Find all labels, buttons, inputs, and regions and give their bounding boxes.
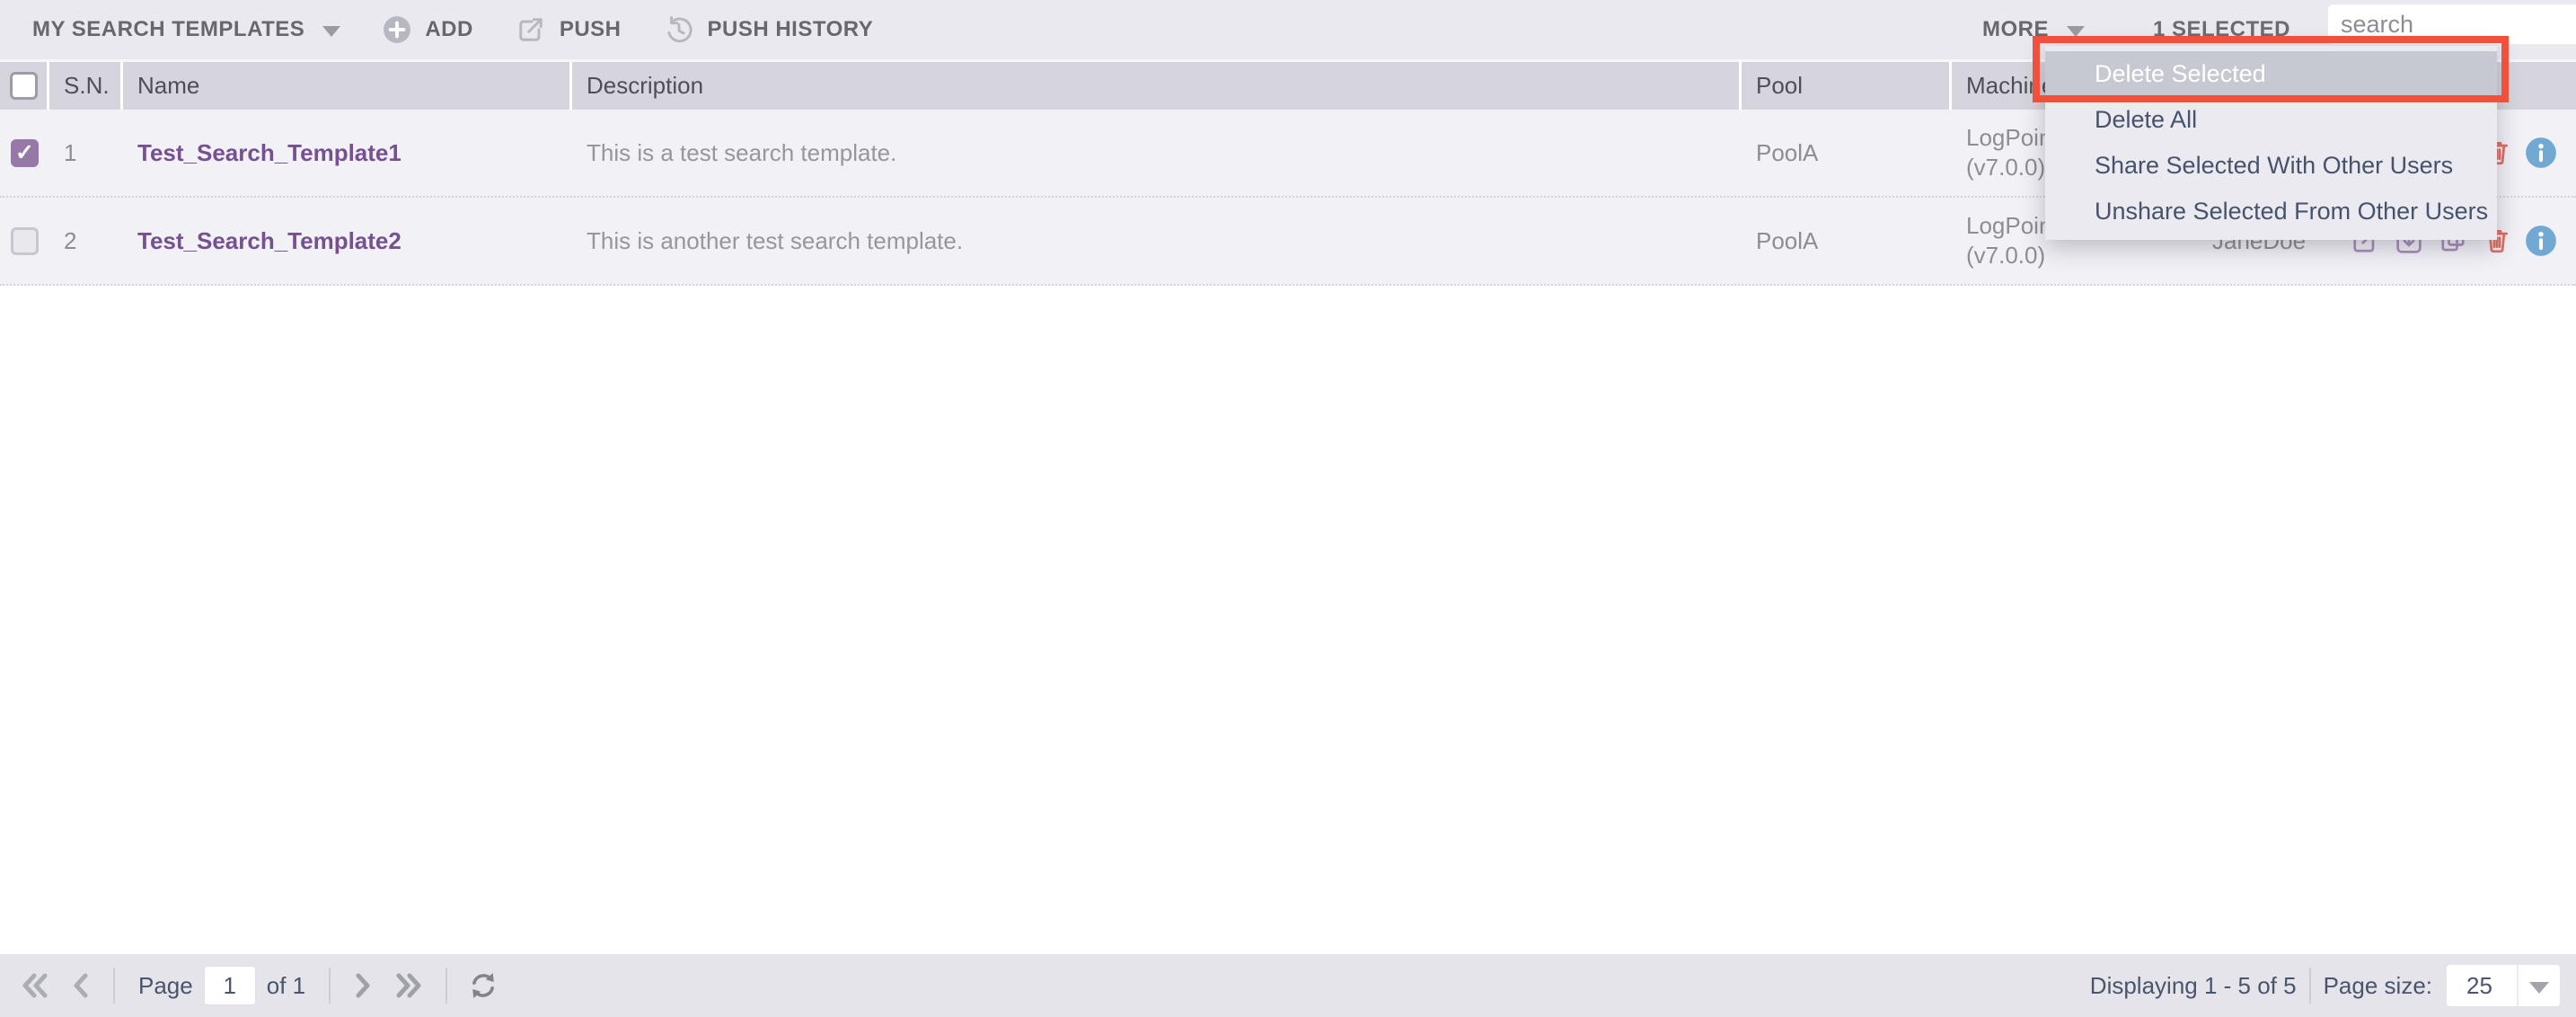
toolbar-right-group: MORE 1 SELECTED: [1982, 17, 2290, 42]
prev-page-icon[interactable]: [68, 970, 93, 1001]
row-pool: PoolA: [1742, 227, 1952, 255]
first-page-icon[interactable]: [18, 970, 54, 1001]
templates-caret-icon: [322, 26, 340, 37]
row-name-cell: Test_Search_Template2: [123, 227, 572, 255]
row-sn: 1: [49, 139, 123, 167]
info-icon[interactable]: [2525, 137, 2557, 169]
menu-item-delete-selected[interactable]: Delete Selected: [2045, 51, 2497, 97]
pagination-divider: [113, 968, 115, 1004]
next-page-icon[interactable]: [350, 970, 375, 1001]
push-icon: [515, 13, 547, 46]
page-number-input[interactable]: [204, 966, 256, 1005]
pagination-divider: [446, 968, 447, 1004]
header-name: Name: [123, 62, 572, 110]
select-all-cell: [0, 62, 49, 110]
row-checkbox-cell: [0, 227, 49, 255]
more-dropdown-menu: Delete Selected Delete All Share Selecte…: [2045, 46, 2497, 240]
pagination-divider: [2309, 968, 2311, 1004]
row-description: This is another test search template.: [572, 227, 1742, 255]
row-pool: PoolA: [1742, 139, 1952, 167]
page-label: Page: [138, 972, 193, 1000]
push-button-label: PUSH: [560, 17, 622, 42]
row-sn: 2: [49, 227, 123, 255]
search-input[interactable]: [2328, 11, 2576, 39]
page-of-label: of 1: [267, 972, 305, 1000]
pagination-bar: Page of 1 Displaying 1 - 5 of 5: [0, 954, 2576, 1017]
template-name-link[interactable]: Test_Search_Template2: [137, 227, 401, 254]
select-all-checkbox[interactable]: [10, 72, 38, 100]
page-size-value: 25: [2447, 972, 2517, 1000]
info-icon[interactable]: [2525, 225, 2557, 257]
page-size-separator: [2517, 965, 2519, 1006]
push-history-icon: [663, 13, 695, 46]
row-description: This is a test search template.: [572, 139, 1742, 167]
menu-item-delete-all[interactable]: Delete All: [2045, 97, 2497, 143]
toolbar-left-group: MY SEARCH TEMPLATES ADD: [32, 13, 914, 46]
displaying-status: Displaying 1 - 5 of 5: [2090, 972, 2297, 1000]
row-checkbox-cell: [0, 139, 49, 167]
header-pool: Pool: [1742, 62, 1952, 110]
more-button-label: MORE: [1982, 17, 2049, 42]
page-size-caret-icon: [2529, 982, 2549, 994]
add-icon: [382, 14, 412, 45]
page-size-label: Page size:: [2324, 972, 2432, 1000]
templates-dropdown-button[interactable]: MY SEARCH TEMPLATES: [32, 17, 340, 42]
pagination-divider: [329, 968, 331, 1004]
selected-count-badge: 1 SELECTED: [2153, 17, 2290, 42]
add-button-label: ADD: [425, 17, 473, 42]
templates-dropdown-label: MY SEARCH TEMPLATES: [32, 17, 304, 42]
more-caret-icon: [2067, 26, 2085, 37]
pagination-right-group: Displaying 1 - 5 of 5 Page size: 25: [2090, 965, 2560, 1006]
push-history-button[interactable]: PUSH HISTORY: [663, 13, 874, 46]
push-history-button-label: PUSH HISTORY: [708, 17, 874, 42]
menu-item-share-selected[interactable]: Share Selected With Other Users: [2045, 143, 2497, 189]
push-button[interactable]: PUSH: [515, 13, 622, 46]
add-button[interactable]: ADD: [382, 14, 473, 45]
row-checkbox[interactable]: [11, 227, 39, 255]
row-checkbox[interactable]: [11, 139, 39, 167]
more-button[interactable]: MORE: [1982, 17, 2085, 42]
page-size-select[interactable]: 25: [2447, 965, 2560, 1006]
template-name-link[interactable]: Test_Search_Template1: [137, 139, 401, 166]
refresh-icon[interactable]: [467, 969, 499, 1002]
machine-version: (v7.0.0): [1966, 241, 2198, 270]
last-page-icon[interactable]: [390, 970, 426, 1001]
search-box: ✕: [2328, 4, 2576, 44]
menu-item-unshare-selected[interactable]: Unshare Selected From Other Users: [2045, 189, 2497, 234]
header-sn: S.N.: [49, 62, 123, 110]
my-search-templates-page: MY SEARCH TEMPLATES ADD: [0, 0, 2576, 1017]
header-description: Description: [572, 62, 1742, 110]
row-name-cell: Test_Search_Template1: [123, 139, 572, 167]
